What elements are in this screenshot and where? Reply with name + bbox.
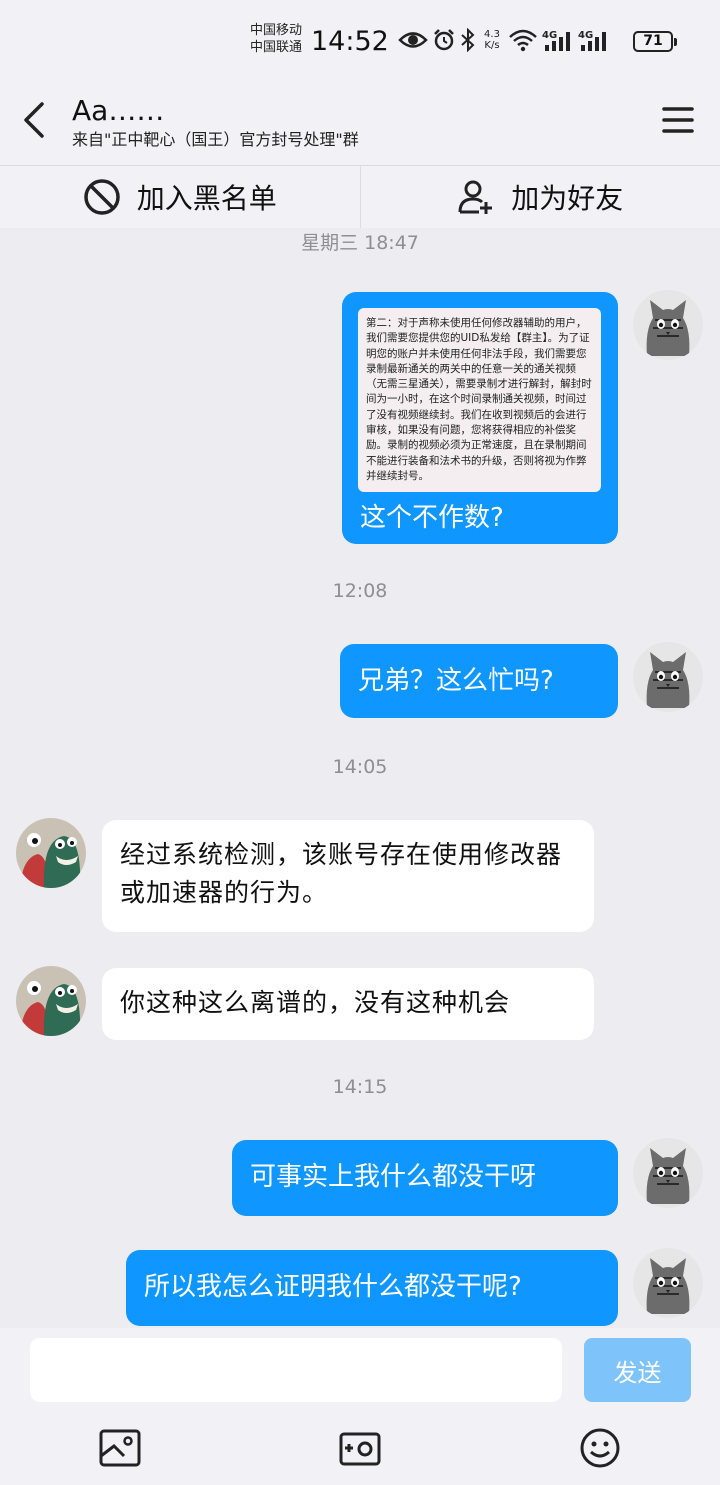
back-button[interactable] — [18, 100, 54, 140]
svg-text:4G: 4G — [578, 30, 593, 41]
alarm-icon — [432, 28, 456, 52]
cat-avatar-icon — [633, 642, 703, 712]
image-icon — [99, 1429, 141, 1467]
carrier-2: 中国联通 — [250, 40, 303, 55]
image-caption: 这个不作数? — [360, 503, 504, 534]
wifi-icon — [508, 28, 538, 52]
battery-indicator: 71 — [633, 31, 677, 52]
message-input-bar: 发送 — [0, 1328, 720, 1414]
hamburger-menu-icon — [662, 107, 694, 133]
carrier-names: 中国移动 中国联通 — [250, 22, 302, 56]
add-friend-label: 加为好友 — [511, 182, 624, 215]
image-picker-button[interactable] — [98, 1426, 142, 1470]
cat-avatar-icon — [633, 1138, 703, 1208]
status-icons: 4.3 K/s 4G 4G — [398, 28, 610, 52]
network-speed: 4.3 K/s — [484, 29, 500, 51]
message-bubble-mine[interactable]: 所以我怎么证明我什么都没干呢? — [126, 1250, 618, 1326]
shared-screenshot-image[interactable]: 第二：对于声称未使用任何修改器辅助的用户，我们需要您提供您的UID私发给【群主】… — [358, 308, 601, 493]
carrier-1: 中国移动 — [250, 23, 303, 38]
message-bubble-mine[interactable]: 可事实上我什么都没干呀 — [232, 1140, 618, 1216]
menu-button[interactable] — [660, 102, 696, 138]
monster-avatar-icon — [16, 818, 86, 888]
send-button[interactable]: 发送 — [584, 1338, 691, 1402]
my-avatar[interactable] — [633, 1248, 703, 1318]
timestamp: 14:15 — [332, 1076, 388, 1098]
signal-icon-2: 4G — [578, 28, 610, 52]
signal-icon-1: 4G — [542, 28, 574, 52]
image-message-bubble[interactable]: 第二：对于声称未使用任何修改器辅助的用户，我们需要您提供您的UID私发给【群主】… — [342, 292, 618, 544]
timestamp: 14:05 — [332, 756, 388, 778]
svg-text:4G: 4G — [542, 30, 557, 41]
my-avatar[interactable] — [633, 1138, 703, 1208]
bluetooth-icon — [460, 28, 476, 52]
message-bubble-other[interactable]: 你这种这么离谱的，没有这种机会 — [102, 968, 594, 1040]
blacklist-label: 加入黑名单 — [136, 182, 277, 215]
message-input[interactable] — [30, 1338, 562, 1402]
my-avatar[interactable] — [633, 642, 703, 712]
message-bubble-mine[interactable]: 兄弟？这么忙吗? — [340, 644, 618, 718]
monster-avatar-icon — [16, 966, 86, 1036]
chevron-left-icon — [24, 102, 44, 138]
chat-title: Aa…… — [72, 94, 165, 127]
status-time: 14:52 — [311, 26, 389, 57]
sender-avatar[interactable] — [16, 818, 86, 888]
camera-button[interactable] — [338, 1426, 382, 1470]
chat-subtitle: 来自"正中靶心（国王）官方封号处理"群 — [72, 130, 359, 149]
eye-icon — [398, 29, 428, 51]
status-bar: 中国移动 中国联通 14:52 4.3 K/s 4G 4G 71 — [0, 0, 720, 84]
add-user-icon — [458, 180, 493, 214]
cat-avatar-icon — [633, 290, 703, 360]
my-avatar[interactable] — [633, 290, 703, 360]
camera-icon — [339, 1432, 381, 1466]
add-to-blacklist-button[interactable]: 加入黑名单 — [0, 166, 360, 228]
timestamp: 星期三 18:47 — [301, 232, 419, 254]
smile-icon — [580, 1428, 620, 1468]
timestamp: 12:08 — [332, 580, 388, 602]
block-icon — [83, 179, 120, 215]
input-toolbar — [0, 1414, 720, 1485]
cat-avatar-icon — [633, 1248, 703, 1318]
action-bar: 加入黑名单 加为好友 — [0, 166, 720, 228]
chat-header: Aa…… 来自"正中靶心（国王）官方封号处理"群 — [0, 84, 720, 166]
emoji-button[interactable] — [578, 1426, 622, 1470]
message-list[interactable]: 星期三 18:47 第二：对于声称未使用任何修改器辅助的用户，我们需要您提供您的… — [0, 228, 720, 1328]
message-bubble-other[interactable]: 经过系统检测，该账号存在使用修改器或加速器的行为。 — [102, 820, 594, 932]
add-friend-button[interactable]: 加为好友 — [361, 166, 720, 228]
sender-avatar[interactable] — [16, 966, 86, 1036]
